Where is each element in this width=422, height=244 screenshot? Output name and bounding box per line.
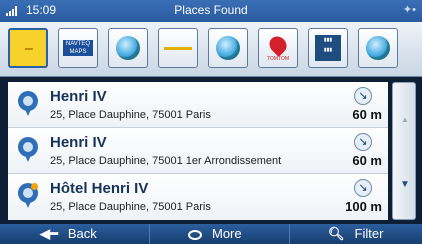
place-address: 25, Place Dauphine, 75001 1er Arrondisse… — [50, 155, 282, 167]
results-list: Henri IV 25, Place Dauphine, 75001 Paris… — [8, 82, 388, 220]
navteq-maps-icon: NAVTEQ MAPS — [63, 40, 93, 56]
category-globe-button[interactable] — [108, 28, 148, 68]
place-name: Henri IV — [50, 134, 107, 151]
direction-arrow-icon: ↘ — [354, 179, 372, 197]
more-label: More — [212, 226, 242, 241]
category-globe-button[interactable] — [208, 28, 248, 68]
filter-button[interactable]: 🔍︎ Filter — [290, 224, 422, 244]
search-icon: 🔍︎ — [328, 226, 345, 241]
tomtom-label: TOMTOM — [266, 56, 290, 62]
place-distance: 60 m — [352, 107, 382, 122]
scroll-up-icon[interactable]: ▲ — [401, 115, 409, 124]
scroll-down-icon[interactable]: ▼ — [400, 179, 410, 190]
page-title: Places Found — [174, 3, 248, 17]
direction-arrow-icon: ↘ — [354, 87, 372, 105]
globe-icon — [366, 36, 390, 60]
globe-icon — [116, 36, 140, 60]
category-navteq-button[interactable]: NAVTEQ MAPS — [58, 28, 98, 68]
globe-icon — [216, 36, 240, 60]
list-item[interactable]: Henri IV 25, Place Dauphine, 75001 Paris… — [8, 82, 388, 128]
place-address: 25, Place Dauphine, 75001 Paris — [50, 201, 211, 213]
more-icon — [188, 229, 202, 240]
back-label: Back — [67, 226, 97, 241]
location-pin-star-icon — [18, 183, 38, 209]
arrow-left-icon: ◀━ — [40, 226, 58, 241]
place-name: Hôtel Henri IV — [50, 180, 149, 197]
place-distance: 60 m — [352, 153, 382, 168]
scrollbar[interactable]: ▲ ▼ — [392, 82, 416, 220]
back-button[interactable]: ◀━ Back — [0, 224, 150, 244]
place-distance: 100 m — [345, 199, 382, 214]
direction-arrow-icon: ↘ — [354, 133, 372, 151]
status-bar: 15:09 Places Found ✦• — [0, 0, 422, 22]
place-address: 25, Place Dauphine, 75001 Paris — [50, 109, 211, 121]
category-all-button[interactable] — [8, 28, 48, 68]
filter-label: Filter — [354, 226, 384, 241]
gps-satellite-icon: ✦• — [402, 4, 416, 16]
road-line-icon — [164, 47, 192, 50]
location-pin-icon — [18, 91, 38, 117]
category-building-button[interactable]: ▮▮▮ ▮▮▮ — [308, 28, 348, 68]
location-pin-icon — [18, 137, 38, 163]
category-bar: NAVTEQ MAPS TOMTOM ▮▮▮ ▮▮▮ — [0, 22, 422, 77]
list-item[interactable]: Hôtel Henri IV 25, Place Dauphine, 75001… — [8, 174, 388, 220]
more-button[interactable]: More — [150, 224, 290, 244]
category-tomtom-button[interactable]: TOMTOM — [258, 28, 298, 68]
all-categories-icon — [25, 48, 33, 50]
list-item[interactable]: Henri IV 25, Place Dauphine, 75001 1er A… — [8, 128, 388, 174]
category-road-button[interactable] — [158, 28, 198, 68]
place-name: Henri IV — [50, 88, 107, 105]
building-icon: ▮▮▮ ▮▮▮ — [315, 35, 341, 61]
tomtom-icon — [265, 32, 291, 58]
category-globe-button[interactable] — [358, 28, 398, 68]
